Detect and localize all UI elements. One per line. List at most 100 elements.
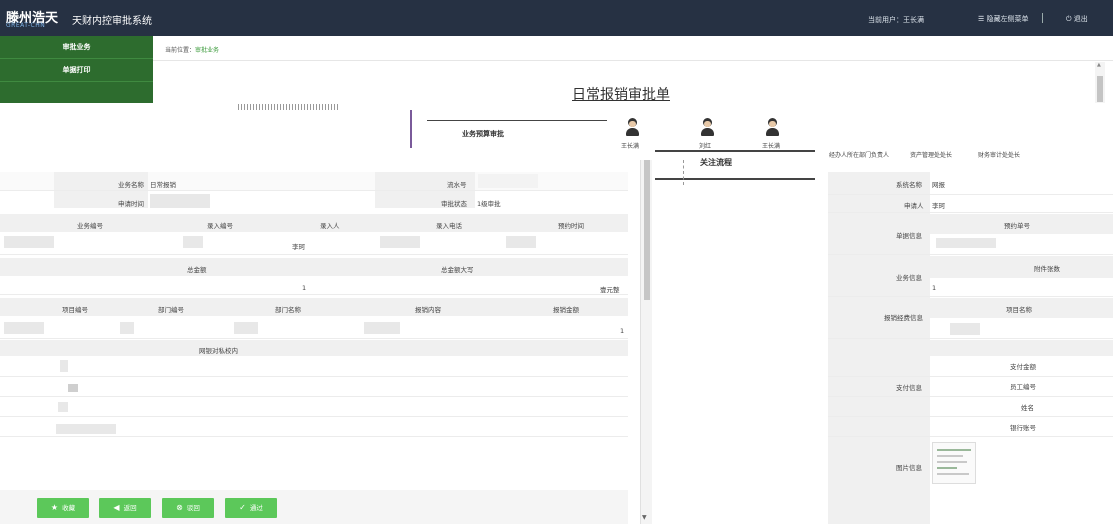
business-no-value — [4, 236, 54, 248]
applicant-value: 李珂 — [932, 202, 945, 210]
column-header: 业务编号 — [77, 222, 103, 230]
project-name-value — [950, 323, 980, 335]
flow-dashes — [238, 104, 338, 110]
sidebar-item-print[interactable]: 单据打印 — [0, 59, 153, 81]
divider — [0, 338, 628, 339]
scrollbar[interactable] — [640, 160, 652, 524]
role-label: 经办人所在部门负责人 — [829, 152, 890, 159]
table-header — [0, 258, 628, 276]
back-arrow-icon: ◀ — [113, 503, 120, 512]
divider — [0, 190, 628, 191]
divider — [0, 81, 153, 82]
appointment-time-value — [506, 236, 536, 248]
column-header: 预约时间 — [558, 222, 584, 230]
breadcrumb: 当前位置：审批业务 — [165, 45, 219, 54]
business-name-label: 业务名称 — [118, 181, 144, 189]
transfer-value — [68, 384, 78, 392]
divider — [828, 254, 1113, 255]
dept-name-value — [234, 322, 258, 334]
divider — [153, 60, 1113, 61]
serial-value — [478, 174, 538, 188]
page-title: 日常报销审批单 — [572, 87, 670, 103]
payment-field-label: 姓名 — [1021, 404, 1034, 412]
sidebar: 审批业务 单据打印 — [0, 36, 153, 103]
approver-name: 王长满 — [621, 143, 640, 150]
divider — [0, 376, 628, 377]
divider — [828, 376, 1113, 377]
menu-icon: ☰ — [978, 15, 987, 23]
total-upper-label: 总金额大写 — [441, 266, 474, 274]
doc-info-label: 单据信息 — [896, 232, 922, 240]
transfer-label: 网银对私校内 — [199, 347, 238, 355]
current-user: 当前用户：王长满 — [868, 16, 924, 24]
column-header: 项目编号 — [62, 306, 88, 314]
flow-line — [655, 178, 815, 180]
total-upper-value: 壹元整 — [600, 286, 620, 294]
role-label: 资产管理处处长 — [910, 152, 953, 159]
divider — [828, 194, 1113, 195]
payment-field-label: 员工编号 — [1010, 383, 1036, 391]
receipt-thumbnail[interactable] — [932, 442, 976, 484]
apply-time-value — [150, 194, 210, 208]
person-icon — [625, 118, 639, 138]
exit-button[interactable]: ⏻ 退出 — [1066, 14, 1088, 24]
sidebar-item-approval[interactable]: 审批业务 — [0, 36, 153, 58]
table-header — [930, 256, 1113, 278]
system-title: 天财内控审批系统 — [72, 16, 152, 27]
project-no-value — [4, 322, 44, 334]
divider — [828, 338, 1113, 339]
transfer-value — [58, 402, 68, 412]
pass-button[interactable]: ✓ 通过 — [225, 498, 277, 518]
flow-line — [655, 150, 815, 152]
divider — [0, 416, 628, 417]
column-header: 录入编号 — [207, 222, 233, 230]
divider — [828, 212, 1113, 213]
scroll-up-arrow-icon[interactable]: ▲ — [1097, 62, 1101, 68]
column-header: 报销内容 — [415, 306, 441, 314]
column-header: 录入人 — [320, 222, 340, 230]
reject-button[interactable]: ⊗ 驳回 — [162, 498, 214, 518]
breadcrumb-prefix: 当前位置： — [165, 47, 196, 54]
status-value: 1级审批 — [477, 200, 501, 208]
business-name-value: 日常报销 — [150, 181, 176, 189]
transfer-value — [60, 360, 68, 372]
flow-marker — [410, 110, 412, 148]
column-header: 报销金额 — [553, 306, 579, 314]
person-icon — [765, 118, 779, 138]
reimburse-amount-value: 1 — [620, 327, 625, 335]
attachment-value: 1 — [932, 284, 937, 292]
table-header — [0, 340, 628, 356]
divider — [0, 436, 628, 437]
transfer-value — [56, 424, 116, 434]
dept-no-value — [120, 322, 134, 334]
entry-no-value — [183, 236, 203, 248]
column-header: 部门编号 — [158, 306, 184, 314]
collapse-menu-button[interactable]: ☰ 隐藏左侧菜单 — [978, 14, 1029, 24]
serial-label: 流水号 — [447, 181, 467, 189]
action-bar — [0, 490, 628, 524]
flow-current-step: 业务预算审批 — [462, 130, 504, 138]
breadcrumb-current[interactable]: 审批业务 — [195, 47, 219, 54]
divider — [0, 254, 628, 255]
table-header — [930, 340, 1113, 356]
back-button[interactable]: ◀ 返回 — [99, 498, 151, 518]
approver-name: 刘红 — [699, 143, 712, 150]
apply-time-label: 申请时间 — [118, 200, 144, 208]
total-label: 总金额 — [187, 266, 207, 274]
expense-info-label: 报销经费信息 — [884, 314, 923, 322]
business-info-label: 业务信息 — [896, 274, 922, 282]
exit-label: 退出 — [1073, 15, 1088, 23]
check-circle-icon: ✓ — [239, 503, 246, 512]
attachment-label: 附件张数 — [1034, 265, 1060, 273]
content-value — [364, 322, 400, 334]
total-value: 1 — [302, 284, 307, 292]
scroll-down-arrow-icon[interactable]: ▼ — [642, 514, 647, 521]
approval-flow — [0, 103, 1113, 155]
image-info-label: 图片信息 — [896, 464, 922, 472]
divider — [828, 296, 1113, 297]
appointment-no-value — [936, 238, 996, 248]
favorite-button[interactable]: ★ 收藏 — [37, 498, 89, 518]
scrollbar[interactable] — [1095, 62, 1105, 106]
status-label: 审批状态 — [441, 200, 467, 208]
system-name-label: 系统名称 — [896, 181, 922, 189]
